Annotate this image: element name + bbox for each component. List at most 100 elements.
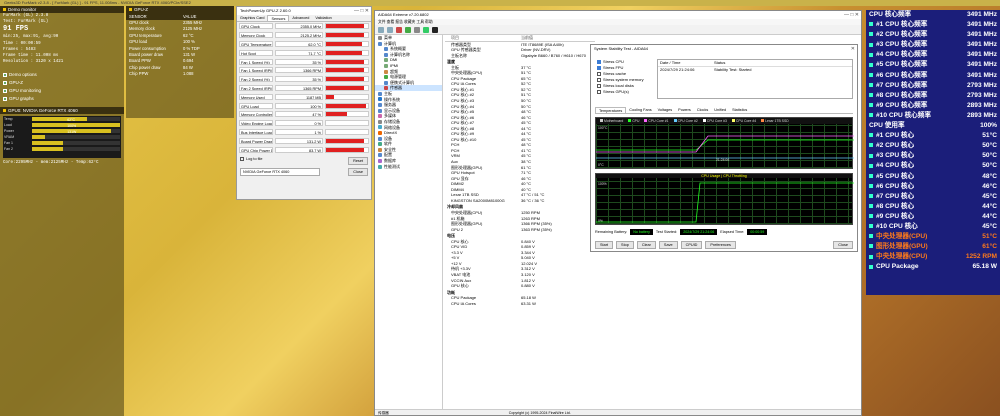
gpuz-sensor-name[interactable]: GPU Load xyxy=(239,102,273,109)
tab-validation[interactable]: Validation xyxy=(312,15,334,21)
gpuz-sensor-name[interactable]: GPU Temperature xyxy=(239,40,273,47)
back-icon[interactable] xyxy=(378,26,384,33)
stab-close-button[interactable]: Close xyxy=(833,241,853,249)
tab-sensors[interactable]: Sensors xyxy=(267,15,290,21)
collapse-icon[interactable] xyxy=(3,8,6,11)
overlay-row: 中央处理器(CPU) 51°C xyxy=(866,232,1000,242)
window-controls[interactable]: ✕ xyxy=(851,45,855,53)
overlay-row: #5 CPU 核心 48°C xyxy=(866,172,1000,182)
close-button[interactable]: Close xyxy=(348,167,368,176)
checkbox-icon[interactable] xyxy=(597,77,601,82)
aida-nav-tree: 菜单 计算机 系统概要 计算机名称 DMI IPMI 超频 电源管理 便携式计算机 传感器 主板 操作… xyxy=(375,35,443,409)
copyright: Copyright (c) 1995-2024 FinalWire Ltd. xyxy=(508,411,571,415)
stab-tab[interactable]: Temperatures xyxy=(595,107,627,113)
device-select[interactable]: NVIDIA GeForce RTX 4060 xyxy=(240,167,320,176)
overlay-label: #4 CPU 核心频率 xyxy=(876,51,928,59)
overlay-row: #1 CPU 核心 51°C xyxy=(866,131,1000,141)
stab-preferences-button[interactable]: Preferences xyxy=(705,241,736,249)
option-1[interactable]: GPU-Z xyxy=(0,79,124,87)
sensor-icon xyxy=(869,72,873,77)
mini-bar xyxy=(32,147,120,152)
gpuz-sensor-name[interactable]: GPU Chip Power Draw xyxy=(239,146,273,153)
stab-stop-button[interactable]: Stop xyxy=(616,241,634,249)
checkbox-icon[interactable] xyxy=(597,65,601,70)
gpu2-header[interactable]: GPU-Z xyxy=(126,6,234,13)
gpuz-sensor-name[interactable]: Memory Clock xyxy=(239,32,273,39)
tool-icon[interactable] xyxy=(423,26,429,33)
gpuz-sensor-name[interactable]: Fan 1 Speed (%) xyxy=(239,58,273,65)
forward-icon[interactable] xyxy=(387,26,393,33)
overlay-row: 图形处理器(GPU) 61°C xyxy=(866,242,1000,252)
gpuz-sensor-graph xyxy=(325,84,369,91)
stab-titlebar[interactable]: System Stability Test - AIDA64 ✕ xyxy=(591,45,857,53)
tree-item[interactable]: 性能测试 xyxy=(375,164,442,170)
report-icon[interactable] xyxy=(414,26,420,33)
collapse-icon[interactable] xyxy=(129,8,132,11)
gpuz-sensor-name[interactable]: Fan 2 Speed (%) xyxy=(239,76,273,83)
gpuz-sensor-name[interactable]: GPU Clock xyxy=(239,23,273,30)
gpuz-sensor-name[interactable]: Memory Used xyxy=(239,93,273,100)
gpuz-sensor-name[interactable]: Memory Controller Load xyxy=(239,111,273,118)
overlay-label-wrap: #5 CPU 核心 xyxy=(869,172,982,182)
gpuz-sensor-value: 2125.2 MHz xyxy=(275,32,323,39)
tree-label: 数据库 xyxy=(384,158,396,164)
refresh-icon[interactable] xyxy=(405,26,411,33)
gpuz-sensor-value: 0 % xyxy=(275,120,323,127)
window-controls[interactable]: — □ ✕ xyxy=(354,7,369,15)
checkbox-icon[interactable] xyxy=(3,81,7,86)
option-0[interactable]: Demo options xyxy=(0,71,124,79)
stab-start-button[interactable]: Start xyxy=(595,241,614,249)
sensor-name: 主板名称 xyxy=(451,52,467,58)
stop-icon[interactable] xyxy=(396,26,402,33)
checkbox-icon[interactable] xyxy=(3,89,7,94)
gpuz-sensor-name[interactable]: Video Engine Load xyxy=(239,120,273,127)
furmark-monitor-panel: Demo monitor FurMark (GL) 2.3.8 Test: Fu… xyxy=(0,6,124,416)
checkbox-icon[interactable] xyxy=(597,83,601,88)
gpuz-sensor-name[interactable]: Fan 1 Speed (RPM) xyxy=(239,67,273,74)
overlay-label: 中央处理器(CPU) xyxy=(876,233,928,241)
option-3[interactable]: GPU graphs xyxy=(0,95,124,103)
stress-label: Stress CPU xyxy=(603,59,624,64)
cpuid-icon[interactable] xyxy=(432,26,438,33)
stress-option[interactable]: Stress GPU(s) xyxy=(597,89,657,95)
col-value[interactable]: 当前值 xyxy=(521,35,533,41)
started-label: Test Started: xyxy=(655,230,678,234)
checkbox-icon[interactable] xyxy=(597,89,601,94)
stab-tab[interactable]: Cooling Fans xyxy=(626,107,654,113)
gpuz-titlebar[interactable]: TechPowerUp GPU-Z 2.60.0 — □ ✕ xyxy=(237,7,371,15)
stab-tab[interactable]: Clocks xyxy=(694,107,711,113)
gpuz-sensor-name[interactable]: Bus Interface Load xyxy=(239,128,273,135)
gpuz-sensor-name[interactable]: Fan 2 Speed (RPM) xyxy=(239,84,273,91)
overlay-label: #7 CPU 核心频率 xyxy=(876,81,928,89)
sensor-icon xyxy=(869,42,873,47)
stab-save-button[interactable]: Save xyxy=(658,241,678,249)
stab-cpuid-button[interactable]: CPUID xyxy=(680,241,703,249)
log-to-file-checkbox[interactable]: Log to file xyxy=(240,156,262,165)
tab-advanced[interactable]: Advanced xyxy=(289,15,312,21)
window-controls[interactable]: — □ ✕ xyxy=(844,11,859,19)
reset-button[interactable]: Reset xyxy=(348,156,368,165)
checkbox-icon[interactable] xyxy=(597,71,601,76)
checkbox-icon[interactable] xyxy=(3,73,7,78)
aida-titlebar[interactable]: AIDA64 Extreme v7.20.6802 — □ ✕ xyxy=(375,11,861,19)
gpuz-sensor-name[interactable]: Board Power Draw xyxy=(239,137,273,144)
stab-tab[interactable]: Powers xyxy=(675,107,694,113)
overlay-label: #10 CPU 核心频率 xyxy=(876,111,931,119)
col-item[interactable]: 项目 xyxy=(445,35,521,41)
stab-tab[interactable]: Unified xyxy=(711,107,729,113)
panel-header[interactable]: Demo monitor xyxy=(0,6,124,13)
checkbox-icon[interactable] xyxy=(3,97,7,102)
tree-label: 菜单 xyxy=(384,35,392,40)
sensor-icon xyxy=(869,153,873,158)
stab-clear-button[interactable]: Clear xyxy=(636,241,656,249)
stab-tab[interactable]: Voltages xyxy=(655,107,676,113)
stab-tab[interactable]: Statistics xyxy=(729,107,750,113)
overlay-row: #5 CPU 核心频率 3491 MHz xyxy=(866,60,1000,70)
tab-graphics-card[interactable]: Graphics Card xyxy=(237,15,267,21)
checkbox-icon[interactable] xyxy=(597,59,601,64)
gpuz-sensor-name[interactable]: Hot Spot xyxy=(239,49,273,56)
option-2[interactable]: GPU monitoring xyxy=(0,87,124,95)
sensor-value: 63.31 W xyxy=(521,300,536,306)
overlay-label: CPU 核心频率 xyxy=(869,11,912,18)
sensor-row: GPU 核心 0.880 V xyxy=(445,283,595,289)
